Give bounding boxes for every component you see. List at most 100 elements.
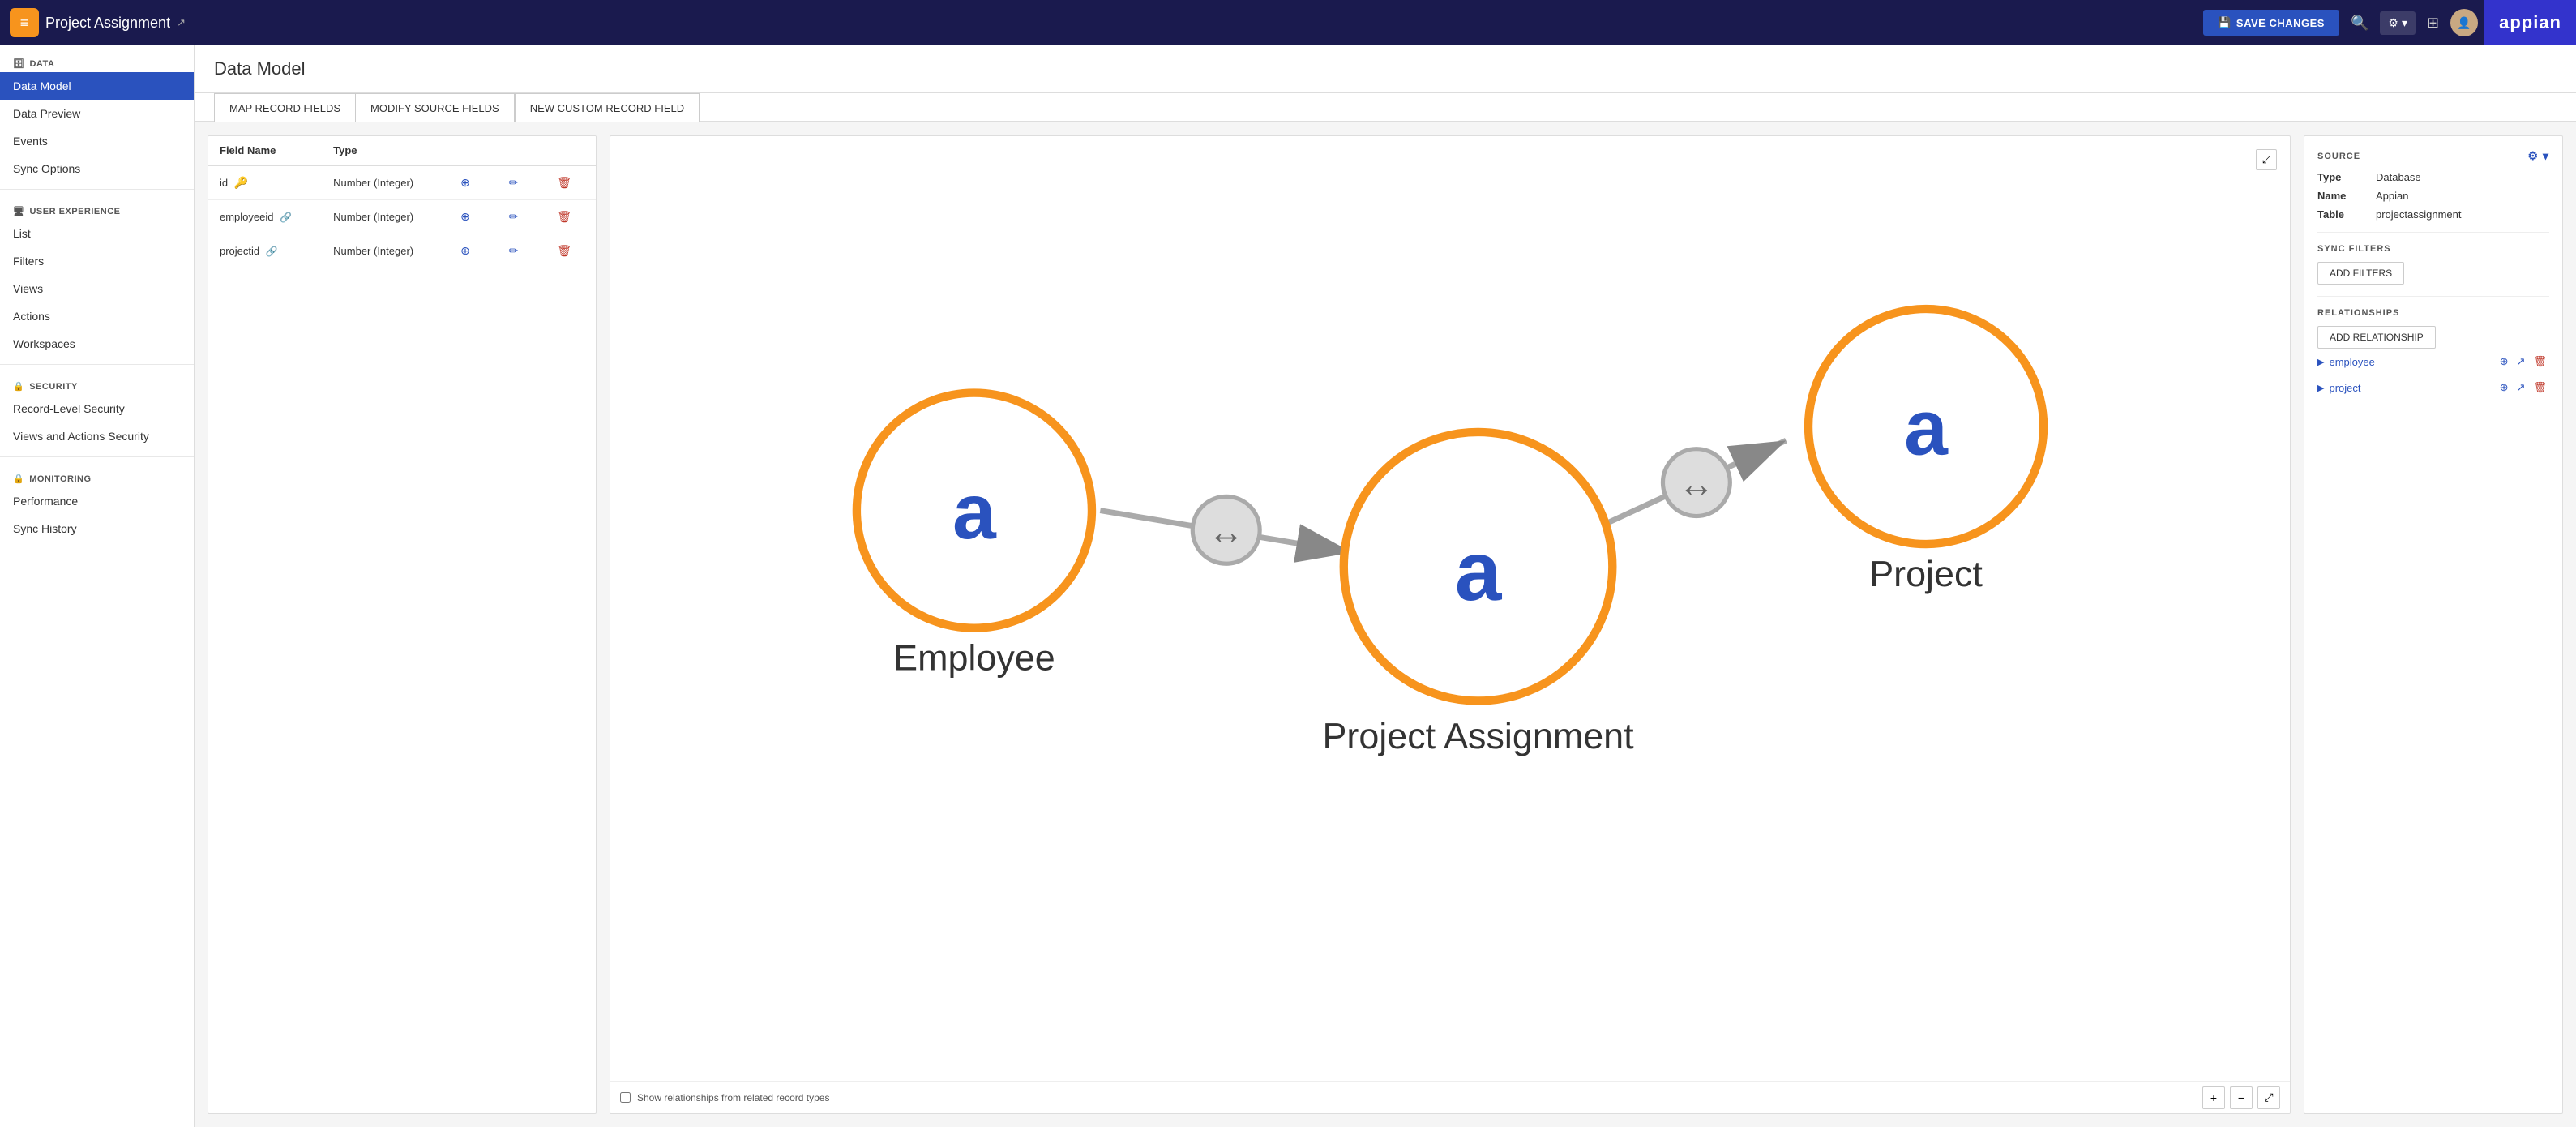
sidebar-monitoring-header: 🔒 MONITORING [0, 469, 194, 487]
employee-rel-delete-button[interactable]: 🗑 [2531, 354, 2549, 370]
tab-modify-source-fields[interactable]: MODIFY SOURCE FIELDS [355, 93, 515, 122]
project-rel-delete-button[interactable]: 🗑 [2531, 379, 2549, 396]
save-changes-button[interactable]: 💾 SAVE CHANGES [2203, 10, 2339, 36]
source-settings-button[interactable]: ⚙ ▾ [2528, 149, 2549, 163]
source-table-row: Table projectassignment [2317, 208, 2549, 221]
search-icon: 🔍 [2351, 15, 2368, 32]
zoom-out-button[interactable]: − [2230, 1086, 2253, 1109]
sidebar: 🗄 DATA Data Model Data Preview Events Sy… [0, 45, 195, 1127]
map-field-button[interactable]: ⊕ [456, 174, 474, 192]
row-id-delete-action: 🗑 [541, 165, 596, 200]
map-field-button[interactable]: ⊕ [456, 242, 474, 260]
tab-1-label: MODIFY SOURCE FIELDS [370, 102, 499, 114]
row-projectid-type: Number (Integer) [322, 234, 445, 268]
tab-new-custom-record-field[interactable]: NEW CUSTOM RECORD FIELD [515, 93, 700, 122]
sidebar-item-data-model[interactable]: Data Model [0, 72, 194, 100]
add-filters-button[interactable]: ADD FILTERS [2317, 262, 2404, 285]
filters-label: Filters [13, 255, 44, 268]
employee-rel-map-button[interactable]: ⊕ [2497, 354, 2511, 370]
data-preview-label: Data Preview [13, 107, 80, 120]
sidebar-ux-header: 🖥 USER EXPERIENCE [0, 201, 194, 220]
search-button[interactable]: 🔍 [2346, 10, 2373, 36]
row-employeeid-field: employeeid 🔗 [208, 200, 322, 234]
app-icon: ≡ [10, 8, 39, 37]
key-icon: 🔑 [234, 176, 248, 189]
sidebar-item-list[interactable]: List [0, 220, 194, 247]
data-model-label: Data Model [13, 79, 71, 92]
delete-field-button[interactable]: 🗑 [553, 174, 576, 192]
save-icon: 💾 [2218, 16, 2232, 29]
sidebar-item-events[interactable]: Events [0, 127, 194, 155]
name-label: Name [2317, 190, 2366, 202]
action-col-2-header [494, 136, 542, 165]
add-relationship-button[interactable]: ADD RELATIONSHIP [2317, 326, 2436, 349]
edit-field-button[interactable]: ✏ [505, 174, 523, 192]
row-projectid-map-action: ⊕ [445, 234, 494, 268]
sidebar-item-actions[interactable]: Actions [0, 302, 194, 330]
database-icon: 🗄 [13, 58, 24, 69]
row-id-map-action: ⊕ [445, 165, 494, 200]
page-title: Data Model [214, 58, 2557, 79]
employee-rel-open-button[interactable]: ↗ [2514, 354, 2528, 370]
views-security-label: Views and Actions Security [13, 430, 149, 443]
sidebar-item-sync-options[interactable]: Sync Options [0, 155, 194, 182]
field-name-text: id [220, 177, 228, 189]
link-icon: 🔗 [280, 212, 292, 223]
table-row: employeeid 🔗 Number (Integer) ⊕ ✏ [208, 200, 596, 234]
monitoring-icon: 🔒 [13, 474, 24, 484]
sidebar-item-views[interactable]: Views [0, 275, 194, 302]
relationship-arrow-icon: ▶ [2317, 357, 2324, 367]
delete-field-button[interactable]: 🗑 [553, 208, 576, 226]
map-field-button[interactable]: ⊕ [456, 208, 474, 226]
sidebar-item-filters[interactable]: Filters [0, 247, 194, 275]
sidebar-ux-section: 🖥 USER EXPERIENCE List Filters Views Act… [0, 193, 194, 361]
sidebar-item-record-level-security[interactable]: Record-Level Security [0, 395, 194, 422]
external-link-icon[interactable]: ↗ [177, 16, 186, 29]
fullscreen-button[interactable]: ⤢ [2257, 1086, 2280, 1109]
list-label: List [13, 227, 31, 240]
sync-options-label: Sync Options [13, 162, 80, 175]
monitor-icon: 🖥 [13, 206, 24, 216]
type-text: Number (Integer) [333, 245, 413, 257]
main-split: Field Name Type [195, 122, 2576, 1127]
edit-field-button[interactable]: ✏ [505, 242, 523, 260]
project-rel-map-button[interactable]: ⊕ [2497, 379, 2511, 396]
table-value: projectassignment [2376, 208, 2462, 221]
row-employeeid-type: Number (Integer) [322, 200, 445, 234]
appian-logo-text: appian [2499, 12, 2561, 33]
lock-icon: 🔒 [13, 381, 24, 392]
project-rel-open-button[interactable]: ↗ [2514, 379, 2528, 396]
settings-dropdown-button[interactable]: ⚙ ▾ [2380, 11, 2416, 35]
sidebar-data-section: 🗄 DATA Data Model Data Preview Events Sy… [0, 45, 194, 186]
delete-field-button[interactable]: 🗑 [553, 242, 576, 260]
add-relationship-label: ADD RELATIONSHIP [2330, 332, 2424, 343]
security-label: SECURITY [29, 382, 78, 392]
sidebar-item-data-preview[interactable]: Data Preview [0, 100, 194, 127]
expand-graph-button[interactable]: ⤢ [2256, 149, 2277, 170]
zoom-in-button[interactable]: + [2202, 1086, 2225, 1109]
edit-field-button[interactable]: ✏ [505, 208, 523, 226]
sidebar-item-workspaces[interactable]: Workspaces [0, 330, 194, 358]
sidebar-divider-1 [0, 189, 194, 190]
sidebar-item-sync-history[interactable]: Sync History [0, 515, 194, 542]
sidebar-item-performance[interactable]: Performance [0, 487, 194, 515]
sidebar-monitoring-section: 🔒 MONITORING Performance Sync History [0, 461, 194, 546]
row-employeeid-edit-action: ✏ [494, 200, 542, 234]
events-label: Events [13, 135, 48, 148]
source-section-header: SOURCE ⚙ ▾ [2317, 149, 2549, 163]
workspaces-label: Workspaces [13, 337, 75, 350]
type-text: Number (Integer) [333, 177, 413, 189]
sidebar-item-views-actions-security[interactable]: Views and Actions Security [0, 422, 194, 450]
record-security-label: Record-Level Security [13, 402, 125, 415]
source-header-text: SOURCE [2317, 152, 2360, 161]
project-relationship-link[interactable]: project [2329, 382, 2497, 394]
field-name-text: employeeid [220, 211, 274, 223]
show-relationships-label: Show relationships from related record t… [637, 1092, 829, 1103]
show-relationships-checkbox[interactable] [620, 1092, 631, 1103]
grid-icon: ⊞ [2427, 15, 2439, 32]
grid-menu-button[interactable]: ⊞ [2422, 10, 2444, 36]
tabs-bar: MAP RECORD FIELDS MODIFY SOURCE FIELDS N… [195, 93, 2576, 122]
user-avatar[interactable]: 👤 [2450, 9, 2478, 36]
employee-relationship-link[interactable]: employee [2329, 356, 2497, 368]
tab-map-record-fields[interactable]: MAP RECORD FIELDS [214, 93, 355, 122]
